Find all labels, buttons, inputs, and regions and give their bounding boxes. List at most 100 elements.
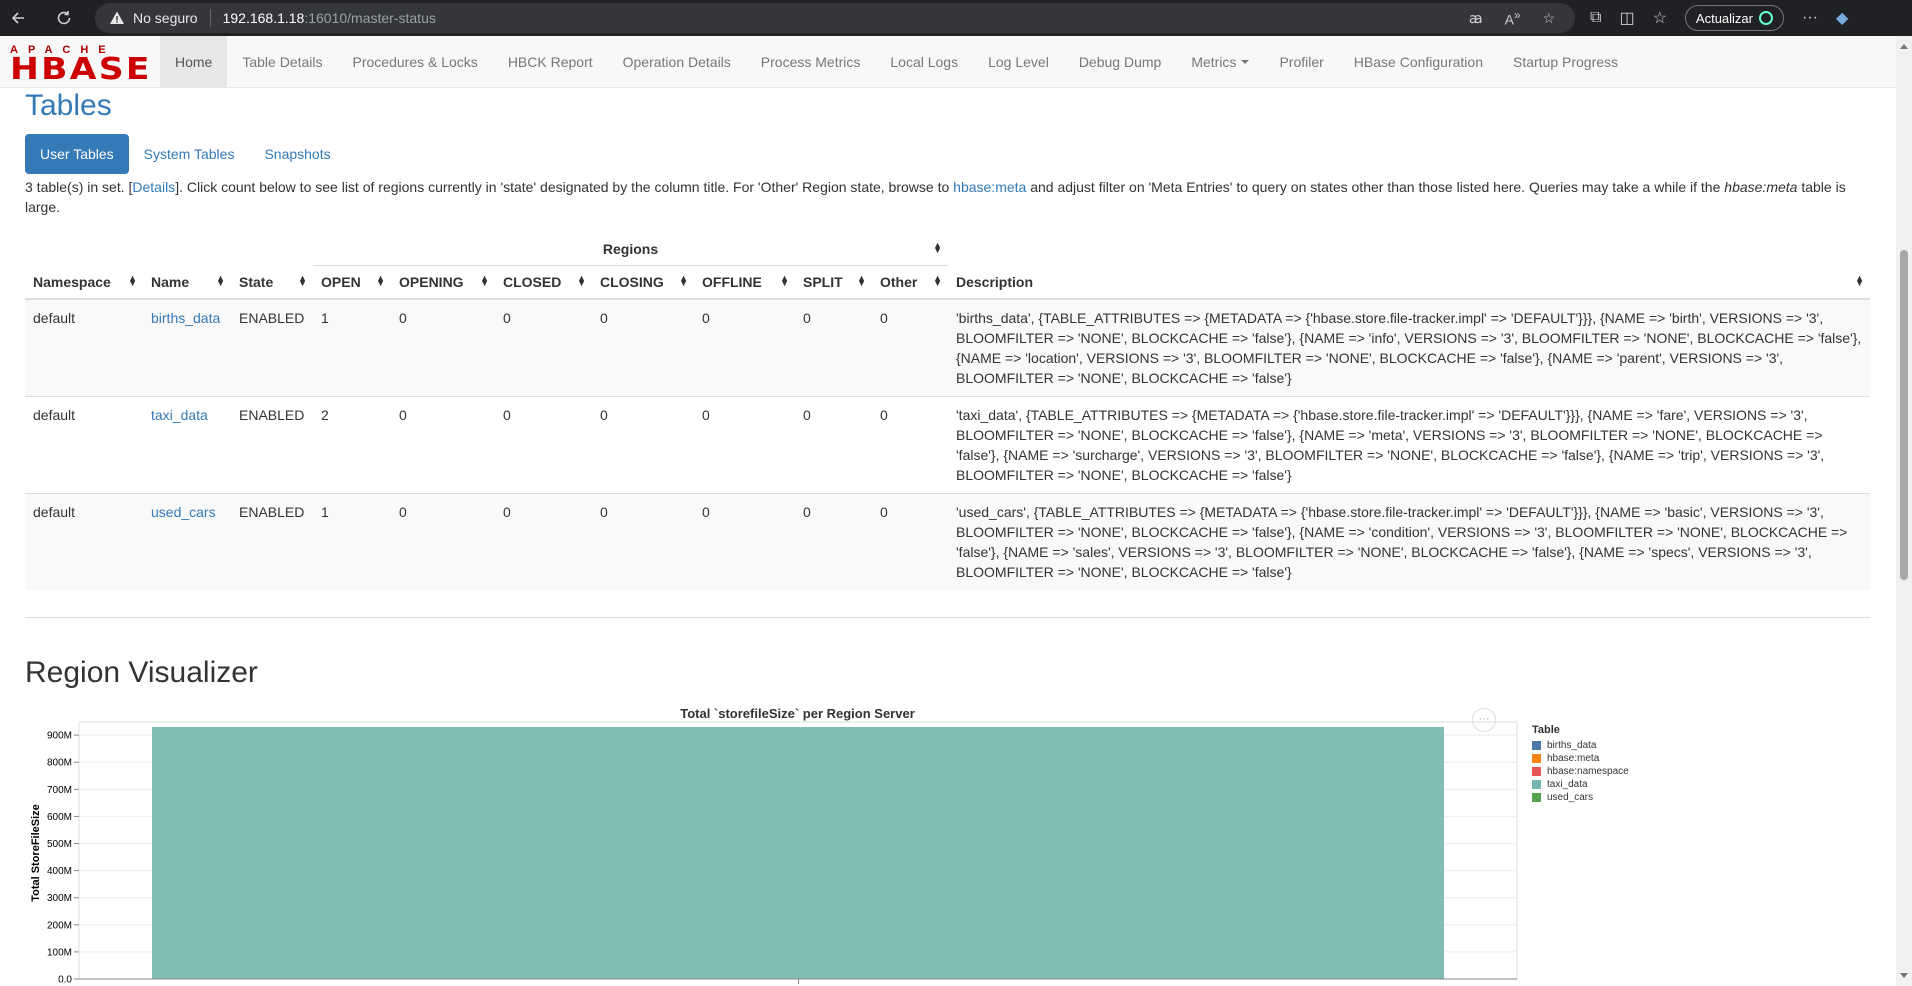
nav-item-process-metrics[interactable]: Process Metrics [746, 36, 876, 88]
sort-icon[interactable]: ▲ ▼ [679, 274, 688, 288]
cell-open[interactable]: 1 [313, 298, 391, 397]
sort-icon[interactable]: ▲ ▼ [933, 241, 942, 255]
table-name-link[interactable]: births_data [151, 310, 220, 326]
col-offline[interactable]: OFFLINE ▲ ▼ [694, 265, 795, 300]
legend-item[interactable]: hbase:namespace [1532, 765, 1629, 778]
col-name[interactable]: Name ▲ ▼ [143, 233, 231, 300]
cell-offline[interactable]: 0 [694, 298, 795, 397]
nav-item-operation-details[interactable]: Operation Details [608, 36, 746, 88]
col-closing[interactable]: CLOSING ▲ ▼ [592, 265, 694, 300]
cell-split[interactable]: 0 [795, 396, 872, 494]
sort-icon[interactable]: ▲ ▼ [933, 274, 942, 288]
col-regions-group[interactable]: Regions ▲ ▼ [313, 233, 948, 266]
col-state[interactable]: State ▲ ▼ [231, 233, 313, 300]
address-bar[interactable]: No seguro 192.168.1.18:16010/master-stat… [95, 3, 1575, 33]
y-tick-label: 200M [47, 920, 72, 931]
tab-system-tables[interactable]: System Tables [129, 134, 250, 174]
legend-item[interactable]: hbase:meta [1532, 752, 1629, 765]
col-closed[interactable]: CLOSED ▲ ▼ [495, 265, 592, 300]
cell-offline[interactable]: 0 [694, 493, 795, 590]
col-opening[interactable]: OPENING ▲ ▼ [391, 265, 495, 300]
col-description[interactable]: Description ▲ ▼ [948, 233, 1870, 300]
sort-icon[interactable]: ▲ ▼ [480, 274, 489, 288]
scroll-up-icon[interactable] [1900, 44, 1908, 49]
sort-icon[interactable]: ▲ ▼ [1855, 274, 1864, 288]
sort-icon[interactable]: ▲ ▼ [128, 274, 137, 288]
cell-closed[interactable]: 0 [495, 493, 592, 590]
legend-swatch [1532, 793, 1541, 802]
nav-item-local-logs[interactable]: Local Logs [875, 36, 973, 88]
nav-item-procedures-locks[interactable]: Procedures & Locks [338, 36, 493, 88]
sort-icon[interactable]: ▲ ▼ [780, 274, 789, 288]
cell-closed[interactable]: 0 [495, 396, 592, 494]
read-aloud-icon[interactable]: A» [1505, 9, 1521, 28]
translate-icon[interactable]: ꜳ [1469, 10, 1483, 27]
cell-closed[interactable]: 0 [495, 298, 592, 397]
col-namespace[interactable]: Namespace ▲ ▼ [25, 233, 143, 300]
legend-item[interactable]: taxi_data [1532, 778, 1629, 791]
back-icon[interactable] [0, 0, 36, 36]
cell-offline[interactable]: 0 [694, 396, 795, 494]
cell-split[interactable]: 0 [795, 298, 872, 397]
cell-opening[interactable]: 0 [391, 298, 495, 397]
cell-other[interactable]: 0 [872, 298, 948, 397]
table-name-link[interactable]: taxi_data [151, 407, 208, 423]
nav-item-profiler[interactable]: Profiler [1264, 36, 1338, 88]
favorites-icon[interactable]: ☆ [1653, 8, 1667, 28]
cell-opening[interactable]: 0 [391, 493, 495, 590]
cell-other[interactable]: 0 [872, 493, 948, 590]
tab-user-tables[interactable]: User Tables [25, 134, 129, 174]
col-open[interactable]: OPEN ▲ ▼ [313, 265, 391, 300]
page-scrollbar[interactable] [1896, 36, 1912, 986]
copilot-icon[interactable]: ◆ [1836, 8, 1848, 28]
cell-other[interactable]: 0 [872, 396, 948, 494]
sort-icon[interactable]: ▲ ▼ [298, 274, 307, 288]
cell-split[interactable]: 0 [795, 493, 872, 590]
cell-namespace: default [25, 493, 143, 590]
more-menu-icon[interactable]: ··· [1802, 9, 1818, 27]
legend-item[interactable]: used_cars [1532, 791, 1629, 804]
table-name-link[interactable]: used_cars [151, 504, 216, 520]
legend-swatch [1532, 780, 1541, 789]
scroll-down-icon[interactable] [1900, 973, 1908, 978]
cell-closing[interactable]: 0 [592, 396, 694, 494]
nav-item-metrics[interactable]: Metrics [1176, 36, 1264, 88]
split-screen-icon[interactable]: ◫ [1619, 8, 1634, 28]
hbase-meta-link[interactable]: hbase:meta [953, 179, 1026, 195]
extensions-icon[interactable]: ⧉ [1590, 9, 1601, 27]
col-other[interactable]: Other ▲ ▼ [872, 265, 948, 300]
nav-item-label: HBCK Report [507, 53, 593, 70]
hbase-navbar: APACHE HBASE Home Table Details Procedures… [0, 35, 1896, 88]
sort-icon[interactable]: ▲ ▼ [857, 274, 866, 288]
favorite-star-icon[interactable]: ☆ [1542, 10, 1555, 27]
cell-open[interactable]: 2 [313, 396, 391, 494]
cell-open[interactable]: 1 [313, 493, 391, 590]
update-button[interactable]: Actualizar [1684, 5, 1784, 31]
tab-snapshots[interactable]: Snapshots [249, 134, 345, 174]
nav-item-log-level[interactable]: Log Level [973, 36, 1064, 88]
nav-item-hbase-configuration[interactable]: HBase Configuration [1339, 36, 1498, 88]
nav-item-table-details[interactable]: Table Details [227, 36, 337, 88]
cell-description: 'taxi_data', {TABLE_ATTRIBUTES => {METAD… [948, 396, 1870, 494]
nav-item-hbck-report[interactable]: HBCK Report [493, 36, 608, 88]
warning-icon[interactable] [109, 10, 125, 26]
cell-opening[interactable]: 0 [391, 396, 495, 494]
sort-icon[interactable]: ▲ ▼ [216, 274, 225, 288]
scroll-thumb[interactable] [1900, 250, 1908, 580]
cell-closing[interactable]: 0 [592, 493, 694, 590]
reload-icon[interactable] [46, 0, 82, 36]
y-tick-label: 900M [47, 731, 72, 742]
nav-item-label: HBase Configuration [1353, 53, 1483, 70]
y-tick-label: 700M [47, 785, 72, 796]
sort-icon[interactable]: ▲ ▼ [577, 274, 586, 288]
legend-label: hbase:meta [1547, 753, 1600, 764]
hbase-logo[interactable]: APACHE HBASE [0, 36, 160, 88]
legend-item[interactable]: births_data [1532, 739, 1629, 752]
details-link[interactable]: Details [132, 179, 175, 195]
nav-item-startup-progress[interactable]: Startup Progress [1498, 36, 1633, 88]
security-label[interactable]: No seguro [133, 10, 198, 26]
col-split[interactable]: SPLIT ▲ ▼ [795, 265, 872, 300]
cell-closing[interactable]: 0 [592, 298, 694, 397]
nav-item-debug-dump[interactable]: Debug Dump [1064, 36, 1177, 88]
sort-icon[interactable]: ▲ ▼ [376, 274, 385, 288]
